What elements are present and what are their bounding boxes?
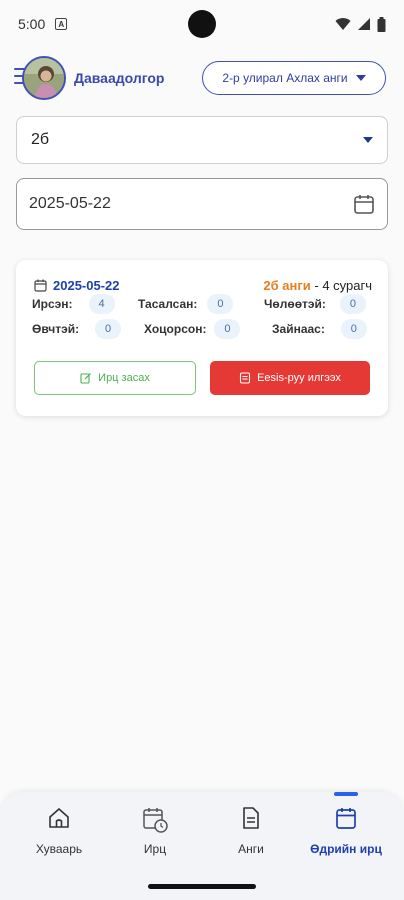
date-field[interactable]: 2025-05-22: [16, 178, 388, 230]
date-field-value: 2025-05-22: [29, 195, 111, 212]
document-icon: [243, 807, 259, 829]
stat-value: 0: [340, 319, 367, 339]
camera-cutout: [188, 10, 216, 38]
status-icons: [335, 16, 386, 32]
stat-label: Тасалсан:: [138, 297, 198, 311]
stat-value: 4: [88, 294, 115, 314]
nav-item-attendance[interactable]: Ирц: [110, 806, 200, 856]
stat-value: 0: [207, 294, 234, 314]
calendar-icon[interactable]: [353, 193, 375, 215]
dropdown-arrow-icon: [363, 137, 373, 143]
notification-icon: A: [55, 18, 68, 30]
home-indicator[interactable]: [148, 884, 256, 889]
home-icon: [49, 808, 69, 828]
nav-item-schedule[interactable]: Хуваарь: [14, 806, 104, 856]
nav-item-class[interactable]: Анги: [206, 806, 296, 856]
stat-value: 0: [214, 319, 241, 339]
stat-value: 0: [95, 319, 122, 339]
stat-value: 0: [339, 294, 366, 314]
battery-icon: [377, 16, 386, 32]
wifi-icon: [335, 18, 351, 30]
stat-sick: Өвчтэй: 0: [32, 319, 122, 339]
active-indicator: [334, 792, 358, 796]
nav-label: Анги: [238, 842, 264, 856]
stat-label: Чөлөөтэй:: [264, 297, 326, 311]
stat-label: Ирсэн:: [32, 297, 73, 311]
card-date-text: 2025-05-22: [53, 278, 120, 293]
stat-label: Хоцорсон:: [144, 322, 207, 336]
students-count: - 4 сурагч: [314, 278, 372, 293]
user-name[interactable]: Даваадолгор: [74, 70, 165, 86]
nav-item-daily-attendance[interactable]: Өдрийн ирц: [301, 792, 391, 856]
card-class-info: 2б анги - 4 сурагч: [263, 278, 372, 293]
edit-button-label: Ирц засах: [98, 372, 150, 384]
edit-attendance-button[interactable]: Ирц засах: [34, 361, 196, 395]
stat-label: Өвчтэй:: [32, 322, 80, 336]
calendar-clock-icon: [143, 808, 168, 833]
calendar-small-icon: [34, 279, 47, 292]
stat-absent: Тасалсан: 0: [138, 294, 234, 314]
nav-label: Өдрийн ирц: [310, 842, 382, 856]
class-label: 2б анги: [263, 278, 311, 293]
nav-label: Хуваарь: [35, 842, 83, 856]
stat-excused: Чөлөөтэй: 0: [264, 294, 366, 314]
send-button-label: Eesis-руу илгээх: [257, 372, 341, 384]
nav-label: Ирц: [143, 842, 167, 856]
edit-icon: [80, 373, 92, 384]
stat-late: Хоцорсон: 0: [144, 319, 241, 339]
semester-label: 2-р улирал Ахлах анги: [222, 71, 348, 85]
attendance-card: 2025-05-22 2б анги - 4 сурагч Ирсэн: 4 Т…: [16, 260, 388, 416]
stat-present: Ирсэн: 4: [32, 294, 115, 314]
card-date: 2025-05-22: [34, 278, 120, 293]
avatar[interactable]: [22, 56, 66, 100]
class-select[interactable]: 2б: [16, 116, 388, 164]
stat-remote: Зайнаас: 0: [272, 319, 367, 339]
stat-label: Зайнаас:: [272, 322, 325, 336]
app-header: Даваадолгор 2-р улирал Ахлах анги: [0, 54, 404, 104]
send-doc-icon: [240, 372, 251, 384]
send-to-eesis-button[interactable]: Eesis-руу илгээх: [210, 361, 370, 395]
calendar-icon: [336, 808, 356, 829]
class-select-value: 2б: [31, 131, 50, 148]
avatar-image: [24, 58, 64, 98]
semester-dropdown[interactable]: 2-р улирал Ахлах анги: [202, 61, 386, 95]
status-time: 5:00: [18, 16, 46, 32]
chevron-down-icon: [355, 75, 366, 81]
signal-icon: [358, 18, 370, 30]
